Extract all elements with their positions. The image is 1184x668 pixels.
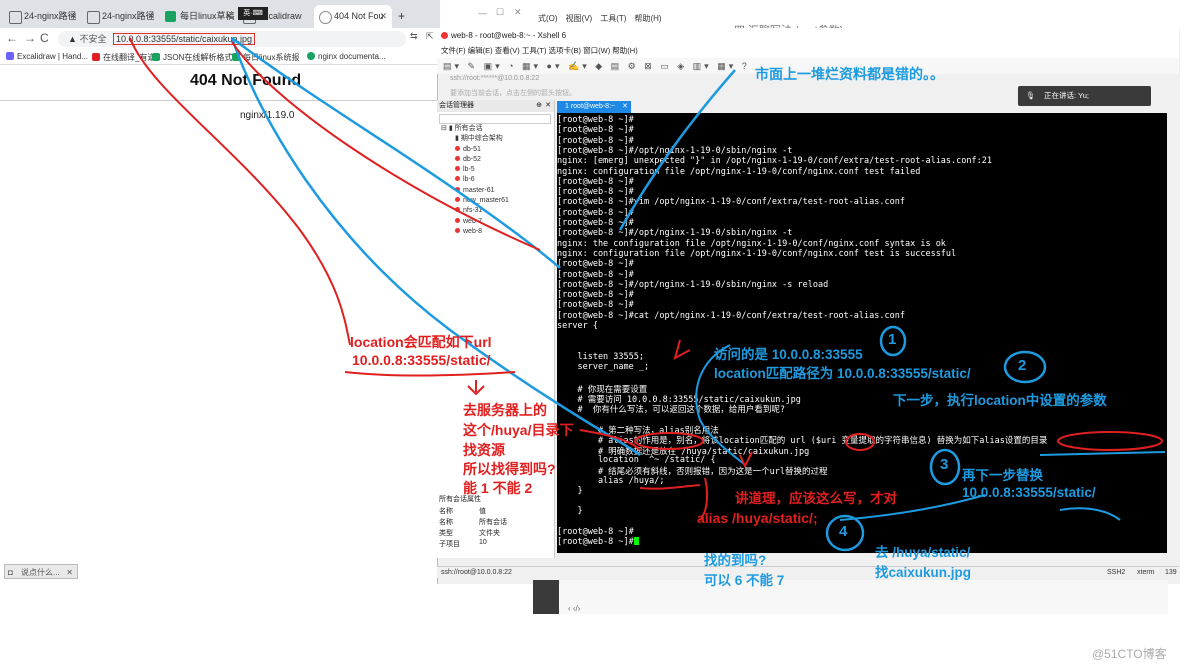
watermark: @51CTO博客 — [1092, 647, 1167, 661]
red-underline — [639, 484, 701, 490]
red-arrow — [129, 37, 351, 346]
blue-arrow — [230, 37, 641, 457]
red-arrow — [579, 429, 641, 451]
annotation-loc-match-1: location会匹配如下url — [350, 334, 492, 350]
annotation-server-dir-4: 所以找得到吗? — [463, 461, 556, 477]
annotation-server-dir-1: 去服务器上的 — [463, 402, 547, 418]
annotation-should-write: 讲道理，应该这么写，才对 — [735, 491, 897, 506]
annotation-found-1: 找的到吗? — [704, 553, 767, 568]
circle-label-1: 1 — [888, 331, 897, 348]
circle-label-3: 3 — [940, 456, 949, 473]
red-down-arrow — [467, 380, 485, 396]
annotation-server-dir-2: 这个/huya/目录下 — [463, 422, 574, 438]
red-underline — [344, 371, 516, 377]
blue-underline — [1059, 507, 1121, 521]
circle-label-4: 4 — [839, 523, 848, 540]
annotation-market: 市面上一堆烂资料都是错的。。 — [755, 66, 944, 82]
blue-underline — [1039, 451, 1166, 456]
annotation-go-to-1: 去 /huya/static/ — [875, 545, 971, 560]
annotation-server-dir-5: 能 1 不能 2 — [463, 480, 533, 496]
annotation-server-dir-3: 找资源 — [463, 442, 505, 458]
annotation-found-2: 可以 6 不能 7 — [704, 573, 785, 588]
annotation-replace-1: 再下一步替换 — [962, 468, 1043, 483]
red-check — [673, 339, 691, 360]
annotation-overlay — [129, 37, 1166, 552]
circle-label-2: 2 — [1018, 357, 1027, 374]
annotation-next-step: 下一步，执行location中设置的参数 — [893, 393, 1107, 408]
annotation-visit-2: location匹配路径为 10.0.0.8:33555/static/ — [714, 366, 971, 381]
red-circle — [634, 432, 704, 450]
blue-arrow — [231, 37, 561, 269]
red-circle — [845, 433, 875, 451]
red-check — [739, 451, 753, 469]
annotation-replace-2: 10.0.0.8:33555/static/ — [962, 485, 1096, 500]
red-circle — [1057, 431, 1163, 451]
red-arrow — [231, 41, 541, 251]
annotation-go-to-2: 找caixukun.jpg — [875, 565, 972, 580]
blue-arrow — [618, 69, 736, 231]
annotation-loc-match-2: 10.0.0.8:33555/static/ — [352, 352, 491, 368]
annotation-alias-fix: alias /huya/static/; — [697, 510, 818, 526]
annotation-visit-1: 访问的是 10.0.0.8:33555 — [714, 347, 863, 362]
